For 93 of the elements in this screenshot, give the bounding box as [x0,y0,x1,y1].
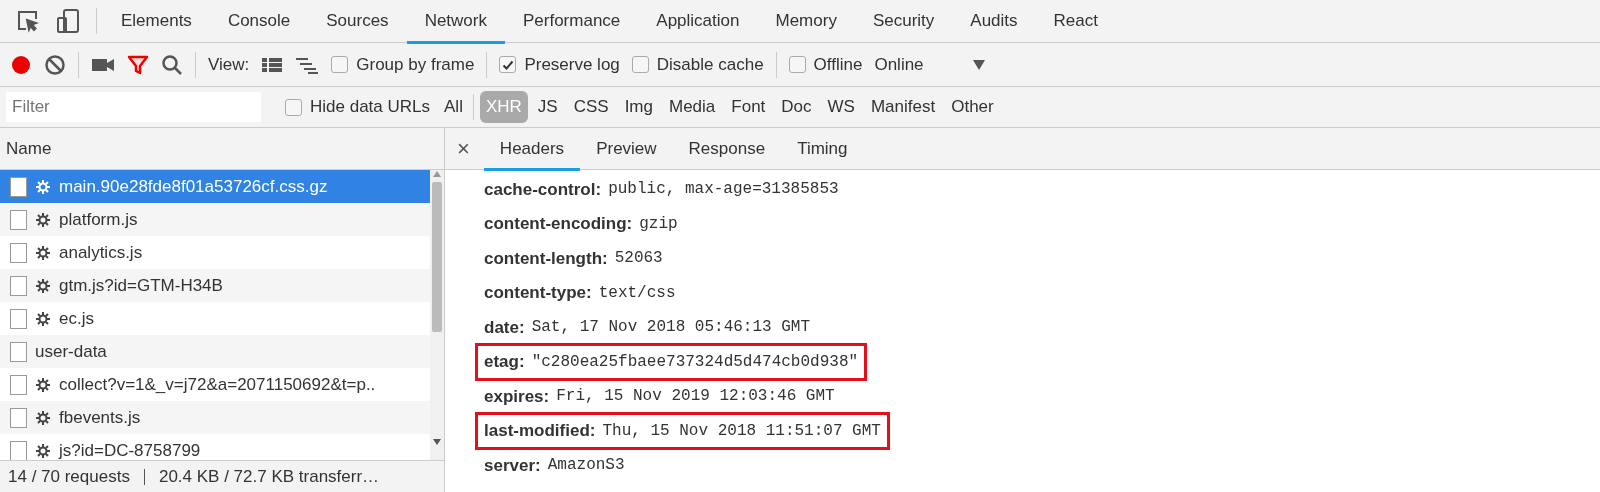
scroll-down-icon [432,438,442,446]
option-label: Preserve log [524,53,620,76]
option-label: Offline [813,53,863,76]
inspect-icon[interactable] [16,9,40,33]
file-icon [10,308,27,329]
request-row[interactable]: main.90e28fde8f01a53726cf.css.gz [0,170,430,203]
header-name: content-length: [484,247,608,270]
request-row[interactable]: user-data [0,335,430,368]
request-name: analytics.js [59,241,143,264]
header-value: AmazonS3 [547,455,625,477]
close-button[interactable]: × [451,132,476,165]
filter-field[interactable]: Filter [6,92,261,122]
scroll-up-icon [432,170,442,178]
panel-tab[interactable]: Console [209,1,309,44]
checkbox[interactable] [331,56,349,73]
filter-icon[interactable] [127,53,149,76]
request-name: fbevents.js [59,406,141,429]
type-filter[interactable]: CSS [567,91,615,123]
status-text: 20.4 KB / 72.7 KB transferr… [158,465,380,488]
request-name: js?id=DC-8758799 [59,439,201,460]
panel-tab[interactable]: Elements [103,1,210,44]
file-icon [10,407,27,428]
detail-tab[interactable]: Timing [781,129,864,171]
header-name: server: [484,454,541,477]
detail-tab[interactable]: Preview [580,129,673,171]
column-header: Name [6,137,52,160]
panel-tab[interactable]: Security [854,1,953,44]
type-filter[interactable]: Doc [775,91,818,123]
type-filter[interactable]: Media [663,91,722,123]
header-value: Sat, 17 Nov 2018 05:46:13 GMT [531,317,811,339]
type-filter[interactable]: Other [945,91,1000,123]
request-name: gtm.js?id=GTM-H34B [59,274,223,297]
type-filter[interactable]: JS [531,91,564,123]
header-value: Fri, 15 Nov 2019 12:03:46 GMT [556,386,835,408]
list-view-icon[interactable] [261,55,284,74]
file-icon [10,275,27,296]
request-row[interactable]: fbevents.js [0,401,430,434]
header-name: expires: [484,385,550,408]
checkbox[interactable] [788,56,806,73]
checkbox[interactable] [499,56,517,73]
header-value: gzip [639,213,678,235]
file-icon [10,374,27,395]
header-value: "c280ea25fbaee737324d5d474cb0d938" [531,351,859,373]
detail-tab[interactable]: Response [672,129,782,171]
type-filter[interactable]: WS [821,91,861,123]
record-icon[interactable] [10,53,32,76]
panel-tab[interactable]: React [1035,1,1116,44]
throttling-dropdown[interactable]: Online [874,51,986,78]
request-name: collect?v=1&_v=j72&a=2071150692&t=p.. [59,373,376,396]
clear-icon[interactable] [44,53,66,76]
header-name: etag: [484,351,525,373]
caret-icon [971,58,986,71]
checkbox[interactable] [285,98,302,116]
request-name: platform.js [59,208,138,231]
panel-tab[interactable]: Memory [757,1,855,44]
type-filter[interactable]: All [438,91,469,123]
request-row[interactable]: gtm.js?id=GTM-H34B [0,269,430,302]
header-name: date: [484,316,525,339]
header-value: Thu, 15 Nov 2018 11:51:07 GMT [602,420,881,442]
type-filter[interactable]: Manifest [864,91,942,123]
option-label: Group by frame [356,53,475,76]
header-value: 52063 [614,248,663,270]
scrollbar-thumb[interactable] [432,182,442,332]
detail-tab[interactable]: Headers [483,129,581,171]
header-value: public, max-age=31385853 [608,179,839,201]
header-name: cache-control: [484,178,602,201]
status-text: 14 / 70 requests [8,465,130,488]
option-label: Hide data URLs [310,96,430,119]
panel-tab[interactable]: Audits [952,1,1036,44]
request-name: user-data [35,340,107,363]
request-row[interactable]: platform.js [0,203,430,236]
file-icon [10,176,27,197]
option-label: Disable cache [656,53,764,76]
checkbox[interactable] [631,56,649,73]
panel-tab[interactable]: Sources [308,1,407,44]
view-label: View: [208,53,250,76]
panel-tab[interactable]: Performance [505,1,639,44]
header-name: content-type: [484,282,592,304]
file-icon [10,242,27,263]
header-name: last-modified: [484,420,596,442]
panel-tab[interactable]: Application [638,1,758,44]
request-name: ec.js [59,307,94,330]
waterfall-icon[interactable] [295,55,320,74]
type-filter[interactable]: Img [618,91,659,123]
file-icon [10,341,27,362]
device-icon[interactable] [56,8,80,34]
request-name: main.90e28fde8f01a53726cf.css.gz [59,175,328,198]
file-icon [10,209,27,230]
header-value: text/css [598,282,676,304]
type-filter[interactable]: Font [725,91,772,123]
search-icon[interactable] [161,53,183,76]
header-name: content-encoding: [484,213,633,235]
file-icon [10,440,27,460]
